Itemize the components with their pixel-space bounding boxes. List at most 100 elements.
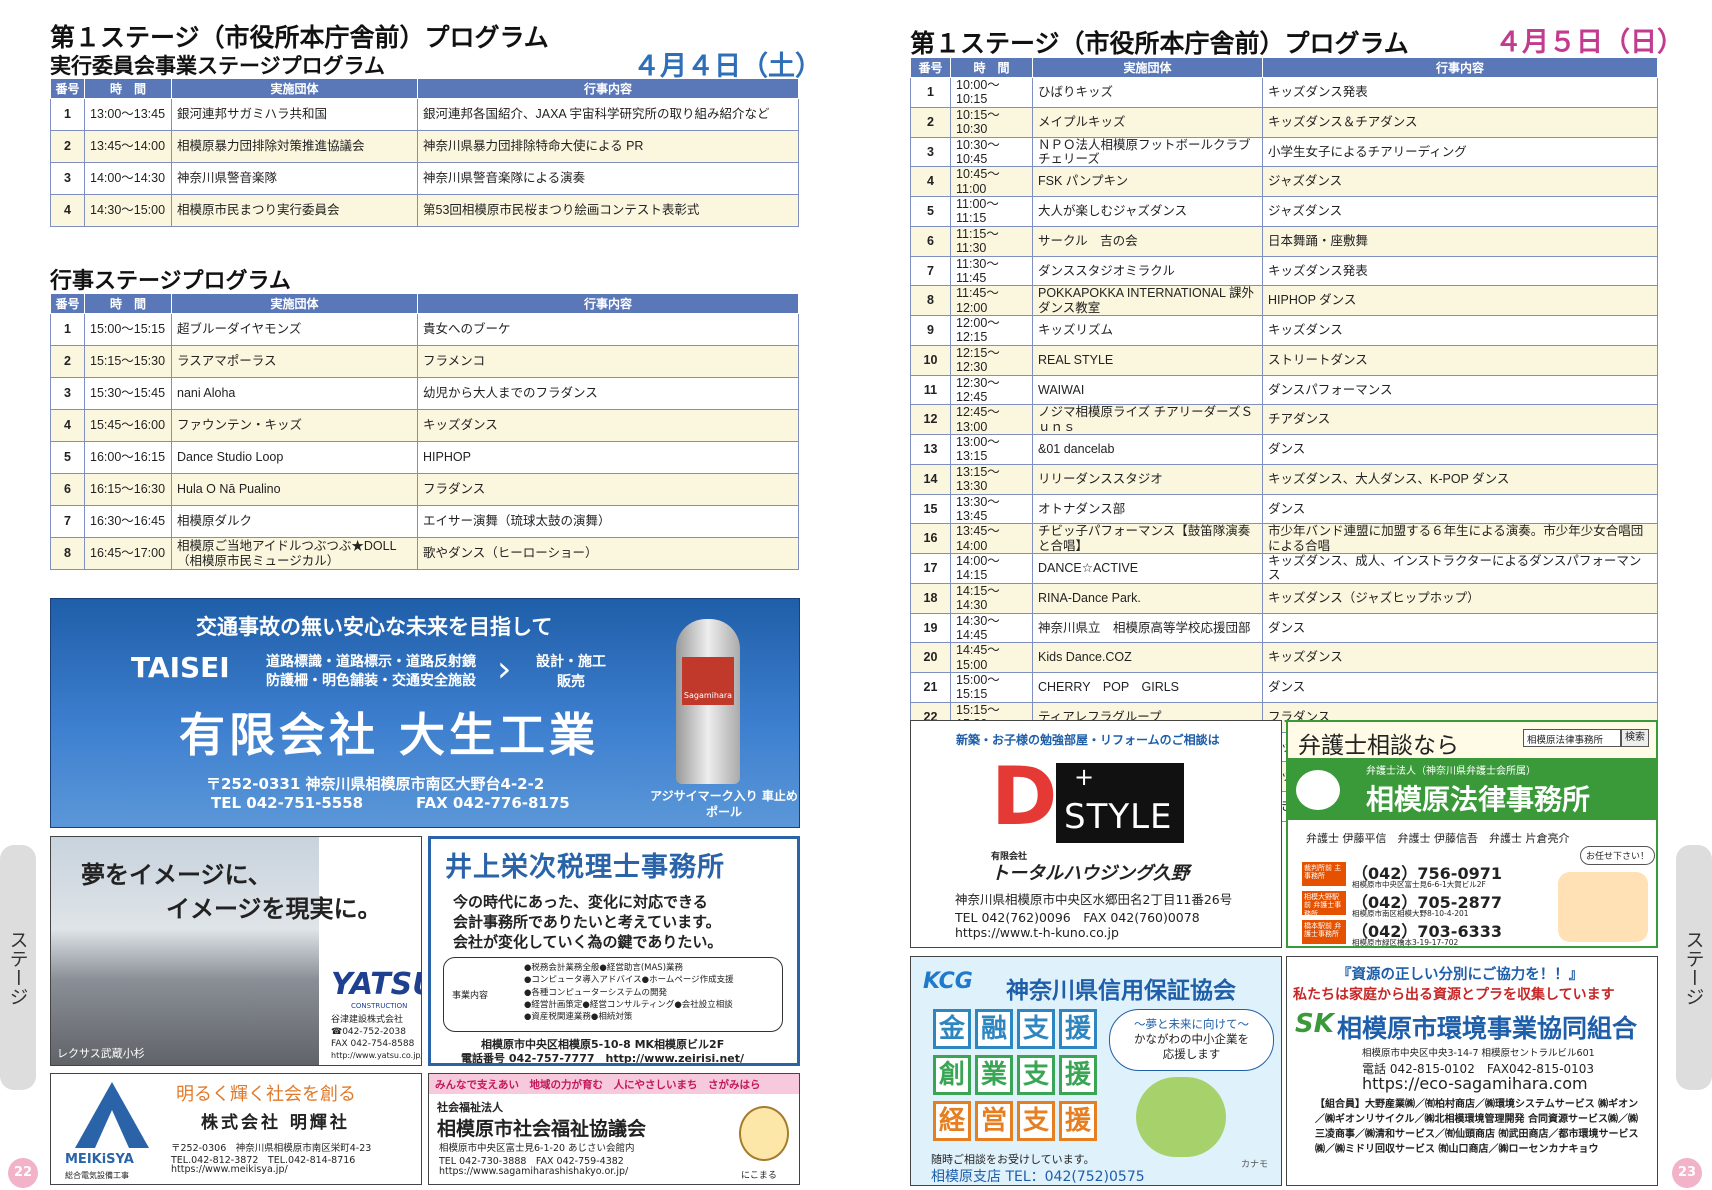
col-time: 時 間 (84, 293, 172, 314)
row-time: 13:45～14:00 (84, 130, 172, 163)
col-number: 番号 (50, 78, 85, 99)
committee-program-title: 実行委員会事業ステージプログラム (50, 54, 385, 78)
row-time: 10:30～10:45 (950, 136, 1033, 168)
row-event: チアダンス (1262, 404, 1658, 435)
row-time: 16:15～16:30 (84, 473, 172, 506)
row-group: CHERRY POP GIRLS (1032, 672, 1263, 703)
row-event: ダンス (1262, 612, 1658, 644)
row-event: エイサー演舞（琉球太鼓の演舞） (417, 505, 799, 538)
row-group: Kids Dance.COZ (1032, 642, 1263, 673)
row-time: 13:15～13:30 (950, 463, 1033, 495)
row-event: 神奈川県警音楽隊による演奏 (417, 162, 799, 195)
meikisya-url: https://www.meikisya.jp/ (171, 1164, 288, 1175)
shinpo-bubble3: 応援します (1162, 1046, 1221, 1061)
inoue-services-box: 事業内容 ●税務会計業務全般●経営助言(MAS)業務 ●コンピュータ導入アドバイス… (443, 957, 783, 1032)
row-event: キッズダンス、成人、インストラクターによるダンスパフォーマンス (1262, 553, 1658, 584)
row-number: 6 (50, 473, 85, 506)
row-event: 日本舞踊・座敷舞 (1262, 225, 1658, 257)
table-row: 3 15:30～15:45 nani Aloha 幼児から大人までのフラダンス (50, 377, 799, 410)
photo-caption: レクサス武蔵小杉 (57, 1047, 145, 1060)
row-number: 3 (910, 136, 951, 168)
table-row: 4 15:45～16:00 ファウンテン・キッズ キッズダンス (50, 409, 799, 442)
search-button: 検索 (1621, 729, 1649, 747)
dstyle-address: 神奈川県相模原市中央区水郷田名2丁目11番26号 (955, 892, 1233, 907)
row-group: RINA-Dance Park. (1032, 582, 1263, 614)
table-row: 9 12:00～12:15 キッズリズム キッズダンス (910, 315, 1658, 346)
shakyo-tel: TEL 042-730-3888 FAX 042-759-4382 (439, 1156, 624, 1167)
bengoshi-pre: 弁護士法人（神奈川県弁護士会所属） (1366, 766, 1536, 777)
row-number: 2 (50, 345, 85, 378)
yatsu-line1: 夢をイメージに、 (81, 861, 272, 889)
row-group: ＮＰＯ法人相模原フットボールクラブ チェリーズ (1032, 136, 1263, 168)
row-time: 13:00～13:15 (950, 434, 1033, 465)
row-number: 5 (50, 441, 85, 474)
taisei-address: 〒252-0331 神奈川県相模原市南区大野台4-2-2 (206, 775, 545, 793)
meikisya-sub: 総合電気設備工事 (65, 1171, 129, 1180)
row-group: 相模原ご当地アイドルつぶつぶ★DOLL（相模原市民ミュージカル） (171, 537, 418, 570)
taisei-brand: TAISEI (131, 651, 230, 684)
row-number: 21 (910, 672, 951, 703)
taisei-sales: 設計・施工 販売 (536, 654, 606, 690)
taisei-services1: 道路標識・道路標示・道路反射鏡 (266, 654, 476, 670)
row-number: 19 (910, 612, 951, 644)
shakyo-pre: 社会福祉法人 (437, 1101, 503, 1114)
dstyle-tel: TEL 042(762)0096 FAX 042(760)0078 (955, 910, 1200, 925)
row-time: 15:45～16:00 (84, 409, 172, 442)
table-row: 1 10:00～10:15 ひばりキッズ キッズダンス発表 (910, 77, 1658, 108)
row-time: 15:15～15:30 (84, 345, 172, 378)
dstyle-company: トータルハウジング久野 (991, 863, 1189, 884)
shakyo-banner: みんなで支えあい 地域の力が育む 人にやさしいまち さがみはら (429, 1074, 799, 1094)
kankyo-line2: 私たちは家庭から出る資源とプラを収集しています (1293, 987, 1615, 1003)
kankyo-name: 相模原市環境事業協同組合 (1337, 1014, 1638, 1043)
bollard-label: Sagamihara (682, 657, 734, 705)
shinpo-bubble: 〜夢と未来に向けて〜 かながわの中小企業を 応援します (1109, 1009, 1274, 1071)
bengoshi-ad: 弁護士相談なら 相模原法律事務所 検索 弁護士法人（神奈川県弁護士会所属） 相模… (1286, 720, 1658, 948)
event-program-table: 番号 時 間 実施団体 行事内容 1 15:00～15:15 超ブルーダイヤモンズ貴… (50, 293, 799, 570)
col-time: 時 間 (84, 78, 172, 99)
yatsu-tel: ☎042-752-2038 (331, 1027, 406, 1037)
row-event: キッズダンス発表 (1262, 77, 1658, 108)
row-time: 16:45～17:00 (84, 537, 172, 570)
table-row: 5 16:00～16:15 Dance Studio Loop HIPHOP (50, 441, 799, 474)
kankyo-line1: 『資源の正しい分別にご協力を！！』 (1337, 967, 1584, 983)
bengoshi-head: 弁護士相談なら (1298, 733, 1459, 759)
row-time: 10:00～10:15 (950, 77, 1033, 108)
table-row: 16 13:45～14:00 チビッ子パフォーマンス【鼓笛隊演奏と合唱】 市少年バンド… (910, 523, 1658, 554)
office-tag: 相模大野駅前 弁護士事務所 (1302, 891, 1346, 918)
row-number: 9 (910, 315, 951, 346)
row-group: 超ブルーダイヤモンズ (171, 313, 418, 346)
row-event: ジャズダンス (1262, 196, 1658, 227)
taisei-services2: 防護柵・明色舗装・交通安全施設 (266, 673, 476, 689)
row-time: 15:30～15:45 (84, 377, 172, 410)
row-group: キッズリズム (1032, 315, 1263, 346)
support-tile: 融 (975, 1009, 1013, 1049)
table-row: 18 14:15～14:30 RINA-Dance Park. キッズダンス（ジャズヒ… (910, 582, 1658, 614)
row-group: 相模原ダルク (171, 505, 418, 538)
row-event: キッズダンス、大人ダンス、K-POP ダンス (1262, 463, 1658, 495)
row-group: nani Aloha (171, 377, 418, 410)
row-event: HIPHOP (417, 441, 799, 474)
row-time: 11:00～11:15 (950, 196, 1033, 227)
support-tile: 営 (975, 1101, 1013, 1141)
row-group: DANCE☆ACTIVE (1032, 553, 1263, 584)
table-row: 8 16:45～17:00 相模原ご当地アイドルつぶつぶ★DOLL（相模原市民ミュー… (50, 537, 799, 570)
support-tile: 援 (1059, 1009, 1097, 1049)
row-group: 神奈川県立 相模原高等学校応援団部 (1032, 612, 1263, 644)
dstyle-top: 新築・お子様の勉強部屋・リフォームのご相談は (956, 733, 1220, 747)
shinpo-mascot: カナモ (1241, 1160, 1269, 1170)
yatsu-fax: FAX 042-754-8588 (331, 1039, 415, 1049)
bengoshi-lawyers: 弁護士 伊藤平信 弁護士 伊藤信吾 弁護士 片倉亮介 (1306, 832, 1570, 845)
yatsu-url: http://www.yatsu.co.jp/ (331, 1051, 422, 1060)
taisei-fax: FAX 042-776-8175 (416, 794, 570, 812)
row-event: キッズダンス（ジャズヒップホップ） (1262, 582, 1658, 614)
row-time: 11:15～11:30 (950, 225, 1033, 257)
row-group: メイプルキッズ (1032, 106, 1263, 138)
dstyle-logo-d: D (991, 750, 1058, 843)
row-event: フラメンコ (417, 345, 799, 378)
table-row: 4 14:30～15:00 相模原市民まつり実行委員会 第53回相模原市民桜まつり絵画… (50, 194, 799, 227)
dstyle-logo-box: + STYLE (1056, 763, 1184, 843)
row-number: 17 (910, 553, 951, 584)
arrow-right-icon: › (497, 649, 512, 690)
table-row: 6 16:15～16:30 Hula O Nā Pualino フラダンス (50, 473, 799, 506)
table-row: 5 11:00～11:15 大人が楽しむジャズダンス ジャズダンス (910, 196, 1658, 227)
